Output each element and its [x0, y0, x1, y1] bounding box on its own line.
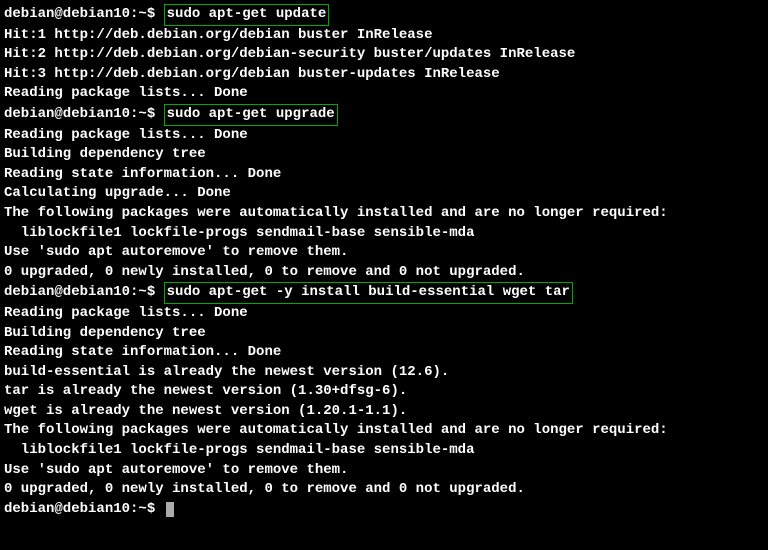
terminal-line: Building dependency tree: [4, 145, 764, 165]
terminal-line: debian@debian10:~$ sudo apt-get -y insta…: [4, 282, 764, 304]
terminal-line: 0 upgraded, 0 newly installed, 0 to remo…: [4, 263, 764, 283]
terminal-line: Hit:1 http://deb.debian.org/debian buste…: [4, 26, 764, 46]
terminal-line: wget is already the newest version (1.20…: [4, 402, 764, 422]
terminal-line: debian@debian10:~$: [4, 500, 764, 520]
output-text: 0 upgraded, 0 newly installed, 0 to remo…: [4, 481, 525, 497]
output-text: 0 upgraded, 0 newly installed, 0 to remo…: [4, 264, 525, 280]
terminal-line: liblockfile1 lockfile-progs sendmail-bas…: [4, 441, 764, 461]
terminal-line: build-essential is already the newest ve…: [4, 363, 764, 383]
output-text: Reading package lists... Done: [4, 127, 248, 143]
output-text: Reading state information... Done: [4, 166, 281, 182]
output-text: build-essential is already the newest ve…: [4, 364, 449, 380]
output-text: wget is already the newest version (1.20…: [4, 403, 407, 419]
terminal-line: 0 upgraded, 0 newly installed, 0 to remo…: [4, 480, 764, 500]
terminal-line: The following packages were automaticall…: [4, 421, 764, 441]
output-text: Hit:2 http://deb.debian.org/debian-secur…: [4, 46, 575, 62]
output-text: liblockfile1 lockfile-progs sendmail-bas…: [4, 442, 474, 458]
output-text: Use 'sudo apt autoremove' to remove them…: [4, 244, 348, 260]
terminal-line: liblockfile1 lockfile-progs sendmail-bas…: [4, 224, 764, 244]
shell-prompt: debian@debian10:~$: [4, 6, 164, 22]
terminal-line: Use 'sudo apt autoremove' to remove them…: [4, 461, 764, 481]
terminal-output[interactable]: debian@debian10:~$ sudo apt-get updateHi…: [4, 4, 764, 519]
terminal-line: The following packages were automaticall…: [4, 204, 764, 224]
output-text: Use 'sudo apt autoremove' to remove them…: [4, 462, 348, 478]
shell-prompt: debian@debian10:~$: [4, 284, 164, 300]
output-text: Reading state information... Done: [4, 344, 281, 360]
output-text: The following packages were automaticall…: [4, 205, 668, 221]
output-text: Building dependency tree: [4, 325, 206, 341]
terminal-line: debian@debian10:~$ sudo apt-get upgrade: [4, 104, 764, 126]
terminal-line: Reading state information... Done: [4, 343, 764, 363]
terminal-line: Calculating upgrade... Done: [4, 184, 764, 204]
terminal-line: Use 'sudo apt autoremove' to remove them…: [4, 243, 764, 263]
output-text: Calculating upgrade... Done: [4, 185, 231, 201]
highlighted-command: sudo apt-get update: [164, 4, 330, 26]
output-text: The following packages were automaticall…: [4, 422, 668, 438]
output-text: liblockfile1 lockfile-progs sendmail-bas…: [4, 225, 474, 241]
highlighted-command: sudo apt-get -y install build-essential …: [164, 282, 573, 304]
terminal-line: Hit:2 http://deb.debian.org/debian-secur…: [4, 45, 764, 65]
output-text: tar is already the newest version (1.30+…: [4, 383, 407, 399]
output-text: Reading package lists... Done: [4, 305, 248, 321]
terminal-line: Reading package lists... Done: [4, 84, 764, 104]
terminal-line: debian@debian10:~$ sudo apt-get update: [4, 4, 764, 26]
terminal-line: Reading state information... Done: [4, 165, 764, 185]
output-text: Building dependency tree: [4, 146, 206, 162]
terminal-line: Building dependency tree: [4, 324, 764, 344]
shell-prompt: debian@debian10:~$: [4, 501, 164, 517]
output-text: Reading package lists... Done: [4, 85, 248, 101]
output-text: Hit:3 http://deb.debian.org/debian buste…: [4, 66, 500, 82]
highlighted-command: sudo apt-get upgrade: [164, 104, 338, 126]
terminal-line: Reading package lists... Done: [4, 126, 764, 146]
cursor-icon: [166, 502, 174, 517]
terminal-line: tar is already the newest version (1.30+…: [4, 382, 764, 402]
terminal-line: Reading package lists... Done: [4, 304, 764, 324]
terminal-line: Hit:3 http://deb.debian.org/debian buste…: [4, 65, 764, 85]
output-text: Hit:1 http://deb.debian.org/debian buste…: [4, 27, 432, 43]
shell-prompt: debian@debian10:~$: [4, 106, 164, 122]
